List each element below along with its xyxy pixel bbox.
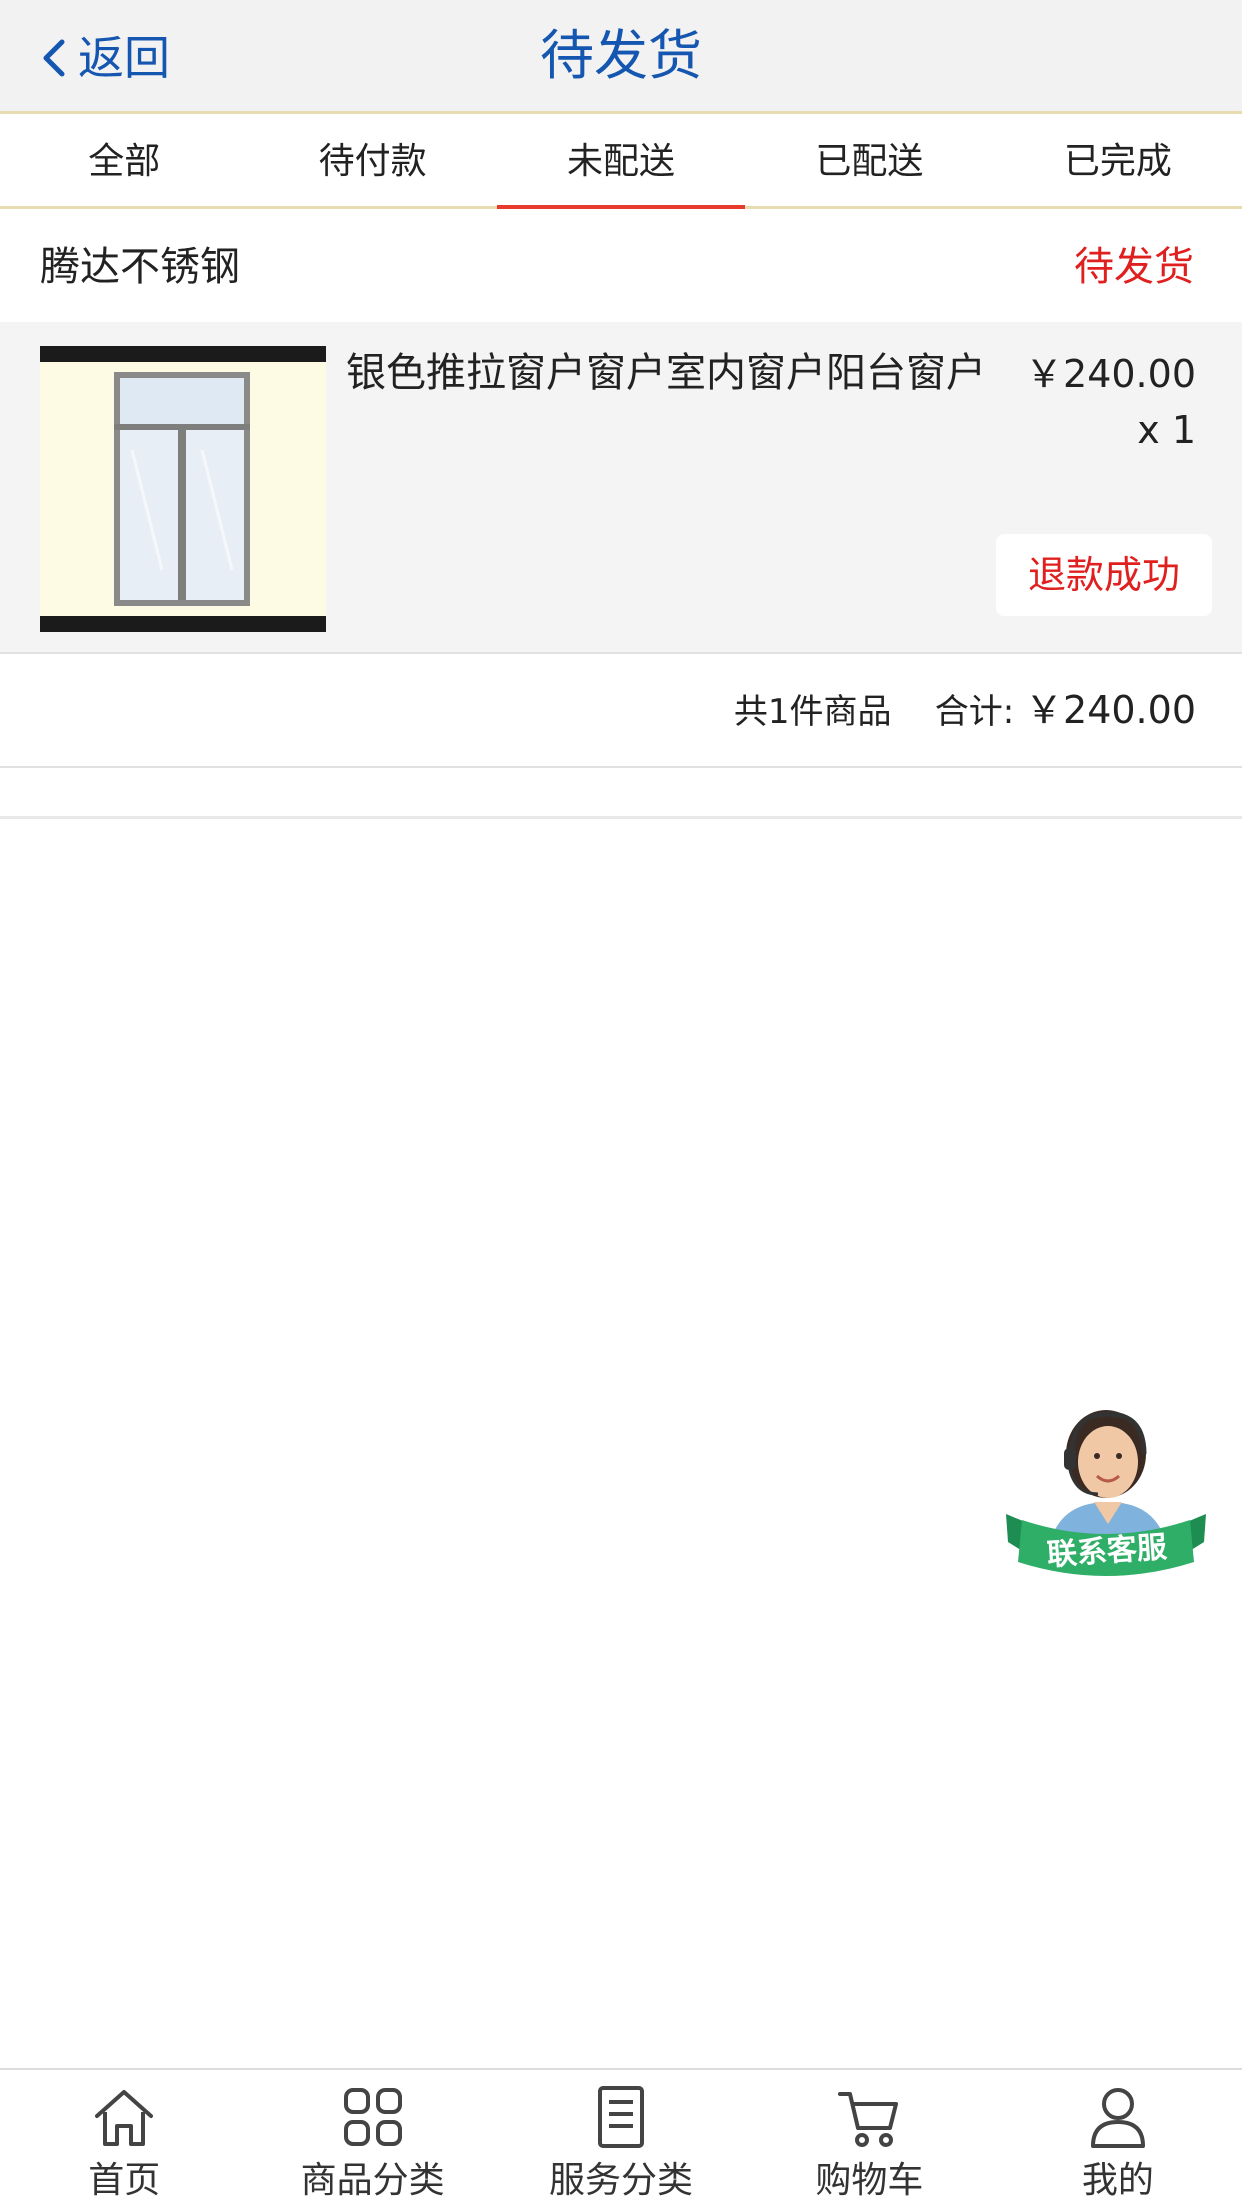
tab-all[interactable]: 全部	[0, 117, 248, 206]
nav-cart[interactable]: 购物车	[745, 2070, 993, 2208]
tab-pending-payment[interactable]: 待付款	[248, 117, 496, 206]
order-status: 待发货	[1074, 244, 1194, 290]
order-tabs: 全部 待付款 未配送 已配送 已完成	[0, 117, 1242, 209]
tab-completed[interactable]: 已完成	[994, 117, 1242, 206]
top-header: 返回 待发货	[0, 0, 1242, 114]
customer-service-button[interactable]: 联系客服	[1000, 1402, 1212, 1602]
nav-home-label: 首页	[88, 2160, 161, 2201]
nav-service-categories[interactable]: 服务分类	[497, 2070, 745, 2208]
user-icon	[1090, 2088, 1145, 2148]
product-thumbnail	[40, 346, 326, 632]
tab-not-delivered[interactable]: 未配送	[496, 117, 746, 209]
grid-icon	[343, 2088, 402, 2146]
order-summary: 共1件商品 合计: ￥240.00	[0, 654, 1242, 768]
home-icon	[95, 2090, 154, 2146]
tab-delivered[interactable]: 已配送	[745, 117, 993, 206]
nav-product-categories-label: 商品分类	[300, 2160, 445, 2201]
product-title: 银色推拉窗户窗户室内窗户阳台窗户	[346, 350, 986, 396]
order-page: 返回 待发货 全部 待付款 未配送 已配送 已完成 腾达不锈钢 待发货 银色推拉…	[0, 0, 1242, 2208]
divider	[0, 816, 1242, 819]
thumbnail-bottom-bar	[40, 616, 326, 632]
order-item[interactable]: 银色推拉窗户窗户室内窗户阳台窗户 ￥240.00 x 1 退款成功	[0, 322, 1242, 654]
refund-status-button[interactable]: 退款成功	[996, 534, 1212, 616]
cart-icon	[838, 2092, 899, 2147]
nav-product-categories[interactable]: 商品分类	[248, 2070, 496, 2208]
window-product-image	[114, 372, 250, 606]
nav-my-account-label: 我的	[1081, 2160, 1154, 2201]
nav-home[interactable]: 首页	[0, 2070, 248, 2208]
product-price: ￥240.00	[1025, 352, 1196, 396]
product-quantity: x 1	[1137, 408, 1196, 452]
total-value: ￥240.00	[1025, 688, 1196, 732]
nav-service-categories-label: 服务分类	[549, 2160, 694, 2201]
nav-cart-label: 购物车	[815, 2160, 924, 2201]
bottom-navigation: 首页 商品分类 服务分类 购物车 我的	[0, 2068, 1242, 2208]
nav-my-account[interactable]: 我的	[994, 2070, 1242, 2208]
shop-name: 腾达不锈钢	[40, 244, 240, 290]
shop-row[interactable]: 腾达不锈钢 待发货	[0, 212, 1242, 322]
total-label: 合计:	[934, 692, 1015, 732]
item-count: 共1件商品	[733, 692, 892, 732]
summary-text: 共1件商品 合计: ￥240.00	[734, 684, 1196, 738]
thumbnail-top-bar	[40, 346, 326, 362]
document-icon	[598, 2086, 645, 2148]
page-title: 待发货	[540, 24, 702, 87]
